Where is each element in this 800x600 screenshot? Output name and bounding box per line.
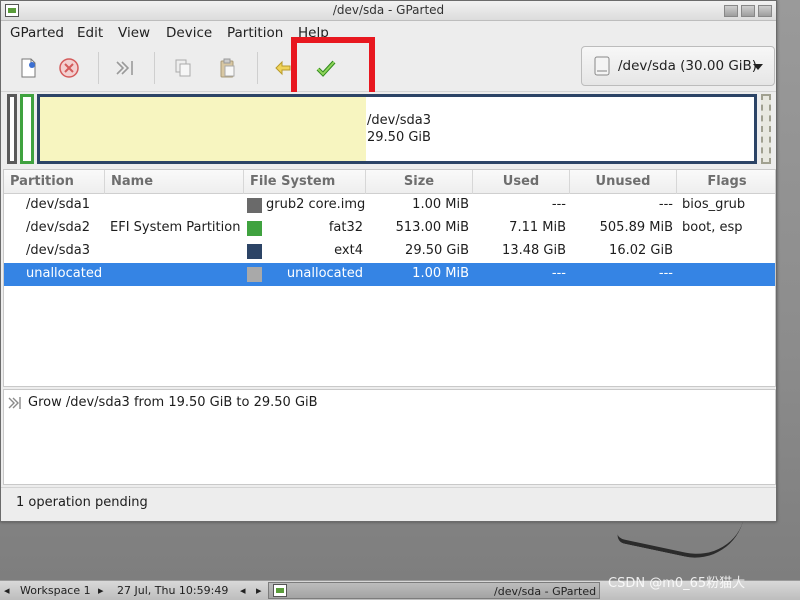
table-row[interactable]: /dev/sda1 grub2 core.img 1.00 MiB --- --…: [4, 194, 775, 217]
table-row[interactable]: /dev/sda3 ext4 29.50 GiB 13.48 GiB 16.02…: [4, 240, 775, 263]
column-flags[interactable]: Flags: [677, 170, 777, 194]
workspace-label[interactable]: Workspace 1: [20, 584, 91, 597]
fs-color-swatch: [247, 267, 262, 282]
menu-device[interactable]: Device: [166, 25, 212, 41]
cell-size: 1.00 MiB: [412, 266, 469, 281]
cell-file-system: unallocated: [286, 266, 363, 281]
operation-text: Grow /dev/sda3 from 19.50 GiB to 29.50 G…: [28, 395, 318, 410]
taskbar-window-button[interactable]: /dev/sda - GParted: [268, 582, 600, 599]
column-file-system[interactable]: File System: [244, 170, 366, 194]
cell-used: 13.48 GiB: [502, 243, 566, 258]
menu-bar: GParted Edit View Device Partition Help: [1, 22, 776, 44]
fs-color-swatch: [247, 221, 262, 236]
cell-size: 29.50 GiB: [405, 243, 469, 258]
table-row-selected[interactable]: unallocated unallocated 1.00 MiB --- ---: [4, 263, 775, 286]
cell-partition: /dev/sda1: [26, 197, 90, 212]
column-partition[interactable]: Partition: [4, 170, 105, 194]
device-selector[interactable]: /dev/sda (30.00 GiB): [581, 46, 775, 86]
new-partition-button[interactable]: [13, 54, 43, 82]
pending-operations-pane: Grow /dev/sda3 from 19.50 GiB to 29.50 G…: [3, 389, 776, 485]
menu-gparted[interactable]: GParted: [10, 25, 64, 41]
delete-partition-button[interactable]: [54, 54, 84, 82]
app-icon: [273, 584, 287, 597]
status-bar: 1 operation pending: [1, 487, 776, 521]
cell-unused: ---: [658, 266, 673, 281]
cell-flags: boot, esp: [682, 220, 743, 235]
gparted-window: /dev/sda - GParted GParted Edit View Dev…: [0, 0, 777, 522]
new-partition-icon: [21, 58, 36, 78]
taskbar-arrow-right-icon[interactable]: ▸: [98, 584, 104, 597]
taskbar-next-icon[interactable]: ▸: [256, 584, 262, 597]
partition-table: Partition Name File System Size Used Unu…: [3, 169, 776, 387]
cell-partition: unallocated: [26, 266, 103, 281]
cell-used: ---: [551, 266, 566, 281]
partition-block-sda2[interactable]: [20, 94, 34, 164]
paste-button[interactable]: [213, 54, 243, 82]
operation-item[interactable]: Grow /dev/sda3 from 19.50 GiB to 29.50 G…: [8, 395, 318, 410]
close-button[interactable]: [758, 5, 772, 17]
copy-button[interactable]: [168, 54, 198, 82]
status-text: 1 operation pending: [16, 495, 148, 510]
cell-unused: ---: [658, 197, 673, 212]
cell-file-system: ext4: [334, 243, 363, 258]
cell-used: 7.11 MiB: [509, 220, 566, 235]
menu-partition[interactable]: Partition: [227, 25, 283, 41]
partition-map-name: /dev/sda3: [367, 113, 431, 128]
drive-icon: [594, 56, 610, 76]
partition-block-sda1[interactable]: [7, 94, 17, 164]
delete-partition-icon: [59, 58, 79, 78]
cell-unused: 16.02 GiB: [609, 243, 673, 258]
fs-color-swatch: [247, 244, 262, 259]
table-row[interactable]: /dev/sda2 EFI System Partition fat32 513…: [4, 217, 775, 240]
partition-map: /dev/sda3 29.50 GiB: [1, 92, 776, 168]
device-selector-value: /dev/sda (30.00 GiB): [618, 58, 758, 74]
menu-view[interactable]: View: [118, 25, 150, 41]
column-used[interactable]: Used: [473, 170, 570, 194]
taskbar-prev-icon[interactable]: ◂: [240, 584, 246, 597]
cell-file-system: grub2 core.img: [266, 197, 366, 212]
chevron-down-icon: [753, 64, 763, 70]
resize-move-icon: [8, 396, 21, 409]
paste-icon: [220, 58, 235, 78]
cell-size: 513.00 MiB: [395, 220, 469, 235]
column-size[interactable]: Size: [366, 170, 473, 194]
partition-block-unallocated[interactable]: [761, 94, 771, 164]
minimize-button[interactable]: [724, 5, 738, 17]
cell-file-system: fat32: [328, 220, 363, 235]
menu-edit[interactable]: Edit: [77, 25, 103, 41]
maximize-button[interactable]: [741, 5, 755, 17]
partition-used-fill: [40, 97, 366, 161]
copy-icon: [175, 59, 191, 77]
window-title: /dev/sda - GParted: [332, 3, 445, 17]
cell-name: EFI System Partition: [110, 220, 241, 235]
watermark-text: CSDN @m0_65粉猫大: [608, 576, 746, 591]
table-header: Partition Name File System Size Used Unu…: [4, 170, 775, 194]
taskbar-arrow-left-icon[interactable]: ◂: [4, 584, 10, 597]
partition-block-sda3[interactable]: /dev/sda3 29.50 GiB: [37, 94, 757, 164]
title-bar[interactable]: /dev/sda - GParted: [1, 1, 776, 21]
fs-color-swatch: [247, 198, 262, 213]
partition-map-size: 29.50 GiB: [367, 130, 431, 145]
taskbar-window-title: /dev/sda - GParted: [494, 585, 597, 598]
taskbar-clock: 27 Jul, Thu 10:59:49: [117, 584, 229, 597]
column-name[interactable]: Name: [105, 170, 244, 194]
cell-flags: bios_grub: [682, 197, 746, 212]
cell-unused: 505.89 MiB: [599, 220, 673, 235]
resize-move-button[interactable]: [110, 54, 140, 82]
column-unused[interactable]: Unused: [570, 170, 677, 194]
cell-used: ---: [551, 197, 566, 212]
resize-move-icon: [116, 61, 133, 75]
cell-partition: /dev/sda2: [26, 220, 90, 235]
cell-partition: /dev/sda3: [26, 243, 90, 258]
cell-size: 1.00 MiB: [412, 197, 469, 212]
